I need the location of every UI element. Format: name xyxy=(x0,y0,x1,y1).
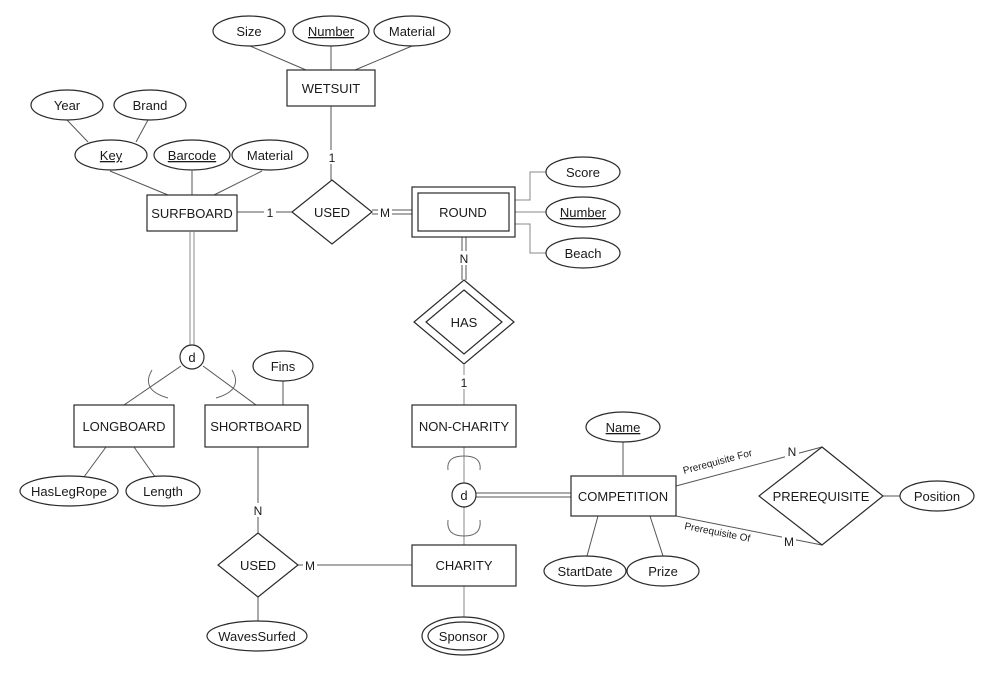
relationship-has[interactable]: HAS xyxy=(413,279,515,365)
longboard-subset-arc xyxy=(148,369,169,399)
attr-surfboard-barcode[interactable]: Barcode xyxy=(153,139,231,171)
attr-competition-startdate-label: StartDate xyxy=(558,564,613,579)
longboard-hasleg-link xyxy=(80,446,107,482)
entity-shortboard-label: SHORTBOARD xyxy=(210,419,302,434)
entity-surfboard[interactable]: SURFBOARD xyxy=(146,194,238,232)
entity-longboard[interactable]: LONGBOARD xyxy=(73,404,175,448)
attr-longboard-length[interactable]: Length xyxy=(125,475,201,507)
attr-surfboard-key[interactable]: Key xyxy=(74,139,148,171)
attr-round-score-label: Score xyxy=(566,165,600,180)
relationship-used-bottom[interactable]: USED xyxy=(217,532,299,598)
attr-competition-name[interactable]: Name xyxy=(585,411,661,443)
cardinality-prereq-for: N xyxy=(788,445,797,459)
entity-longboard-label: LONGBOARD xyxy=(82,419,165,434)
brand-key-link xyxy=(135,119,149,143)
spec-longboard-link xyxy=(123,365,182,406)
entity-non-charity-label: NON-CHARITY xyxy=(419,419,510,434)
entity-non-charity[interactable]: NON-CHARITY xyxy=(411,404,517,448)
attr-used-wavessurfed-label: WavesSurfed xyxy=(218,629,296,644)
attr-charity-sponsor-label: Sponsor xyxy=(439,629,488,644)
specialization-board[interactable]: d xyxy=(179,344,205,370)
entity-charity[interactable]: CHARITY xyxy=(411,544,517,587)
entity-surfboard-label: SURFBOARD xyxy=(151,206,233,221)
attr-competition-prize-label: Prize xyxy=(648,564,678,579)
relationship-used-top[interactable]: USED xyxy=(291,179,373,245)
cardinality-used-charity: M xyxy=(305,559,315,573)
attr-longboard-hasleg-label: HasLegRope xyxy=(31,484,107,499)
entity-charity-label: CHARITY xyxy=(435,558,492,573)
attr-round-beach-label: Beach xyxy=(565,246,602,261)
attr-surfboard-key-label: Key xyxy=(100,148,123,163)
er-diagram: WETSUIT SURFBOARD ROUND LONGBOARD SHORTB… xyxy=(19,15,975,656)
attr-used-wavessurfed[interactable]: WavesSurfed xyxy=(206,620,308,652)
role-label-prereq-for: Prerequisite For xyxy=(682,448,754,477)
competition-startdate-link xyxy=(586,515,599,557)
relationship-prerequisite[interactable]: PREREQUISITE xyxy=(758,446,884,546)
attr-surfboard-brand[interactable]: Brand xyxy=(113,89,187,121)
cardinality-used-round: M xyxy=(380,206,390,220)
attr-surfboard-material[interactable]: Material xyxy=(231,139,309,171)
attr-prerequisite-position[interactable]: Position xyxy=(899,480,975,512)
attr-wetsuit-size-label: Size xyxy=(236,24,261,39)
attr-surfboard-year-label: Year xyxy=(54,98,81,113)
specialization-board-label: d xyxy=(188,350,195,365)
round-score-link xyxy=(515,171,546,201)
attr-surfboard-material-label: Material xyxy=(247,148,293,163)
cardinality-has-round: N xyxy=(460,252,469,266)
attr-surfboard-brand-label: Brand xyxy=(133,98,168,113)
specialization-competition[interactable]: d xyxy=(451,482,477,508)
entity-round[interactable]: ROUND xyxy=(411,186,516,238)
attr-competition-prize[interactable]: Prize xyxy=(626,555,700,587)
attr-longboard-hasleg[interactable]: HasLegRope xyxy=(19,475,119,507)
relationship-used-top-label: USED xyxy=(314,205,350,220)
wetsuit-size-link xyxy=(249,45,307,71)
attr-competition-startdate[interactable]: StartDate xyxy=(543,555,627,587)
cardinality-used-surfboard: 1 xyxy=(267,206,274,220)
round-beach-link xyxy=(515,223,546,254)
attr-round-beach[interactable]: Beach xyxy=(545,237,621,269)
relationship-prerequisite-label: PREREQUISITE xyxy=(773,489,870,504)
entity-round-label: ROUND xyxy=(439,205,487,220)
attr-longboard-length-label: Length xyxy=(143,484,183,499)
entity-competition-label: COMPETITION xyxy=(578,489,668,504)
subset-arcs xyxy=(148,369,481,537)
year-key-link xyxy=(66,119,89,143)
attr-charity-sponsor[interactable]: Sponsor xyxy=(421,616,505,656)
attr-competition-name-label: Name xyxy=(606,420,641,435)
relationship-used-bottom-label: USED xyxy=(240,558,276,573)
attr-round-number-label: Number xyxy=(560,205,607,220)
entity-competition[interactable]: COMPETITION xyxy=(570,475,677,517)
attr-wetsuit-number[interactable]: Number xyxy=(292,15,370,47)
attr-shortboard-fins[interactable]: Fins xyxy=(252,350,314,382)
competition-prize-link xyxy=(649,515,664,557)
shortboard-subset-arc xyxy=(215,369,236,399)
relationship-has-label: HAS xyxy=(451,315,478,330)
specialization-competition-label: d xyxy=(460,488,467,503)
entity-shortboard[interactable]: SHORTBOARD xyxy=(204,404,309,448)
attr-surfboard-year[interactable]: Year xyxy=(30,89,104,121)
attr-wetsuit-number-label: Number xyxy=(308,24,355,39)
entity-wetsuit-label: WETSUIT xyxy=(302,81,361,96)
attr-shortboard-fins-label: Fins xyxy=(271,359,296,374)
cardinality-used-wetsuit: 1 xyxy=(329,151,336,165)
attr-surfboard-barcode-label: Barcode xyxy=(168,148,216,163)
attr-round-number[interactable]: Number xyxy=(545,196,621,228)
entity-wetsuit[interactable]: WETSUIT xyxy=(286,69,376,107)
cardinality-prereq-of: M xyxy=(784,535,794,549)
wetsuit-material-link xyxy=(354,45,413,71)
cardinality-used-shortboard: N xyxy=(254,504,263,518)
key-surfboard-link xyxy=(109,170,169,196)
spec-shortboard-link xyxy=(202,365,257,406)
attr-round-score[interactable]: Score xyxy=(545,156,621,188)
attr-wetsuit-material[interactable]: Material xyxy=(373,15,451,47)
attr-wetsuit-size[interactable]: Size xyxy=(212,15,286,47)
material-surfboard-link xyxy=(213,170,263,196)
cardinality-has-noncharity: 1 xyxy=(461,376,468,390)
attr-wetsuit-material-label: Material xyxy=(389,24,435,39)
attr-prerequisite-position-label: Position xyxy=(914,489,960,504)
